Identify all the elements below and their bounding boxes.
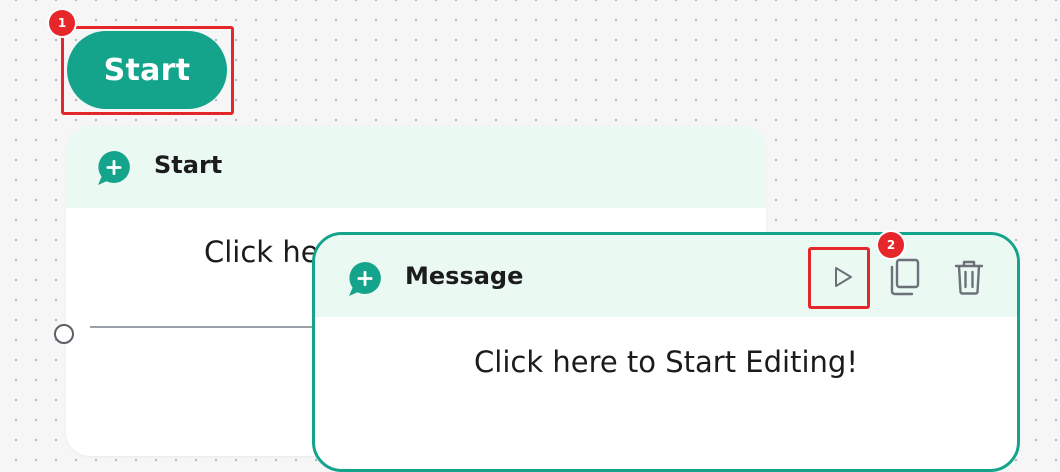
message-card-header: Message <box>315 235 1017 317</box>
chat-plus-icon <box>349 262 381 296</box>
message-card[interactable]: Message Click here to Start Editing! <box>312 232 1020 472</box>
connector-line <box>90 326 314 328</box>
message-card-body[interactable]: Click here to Start Editing! <box>315 345 1017 379</box>
copy-button[interactable] <box>885 257 925 297</box>
step-badge-1: 1 <box>49 10 75 36</box>
start-card-title: Start <box>154 151 223 179</box>
chat-plus-icon <box>98 151 130 185</box>
copy-icon <box>890 258 920 296</box>
step-badge-2: 2 <box>878 232 904 258</box>
message-card-title: Message <box>405 262 524 290</box>
connector-handle[interactable] <box>54 324 74 344</box>
highlight-box-play <box>808 247 870 309</box>
start-card-header: Start <box>66 126 766 208</box>
trash-icon <box>954 260 984 295</box>
delete-button[interactable] <box>949 257 989 297</box>
highlight-box-start <box>61 26 234 115</box>
